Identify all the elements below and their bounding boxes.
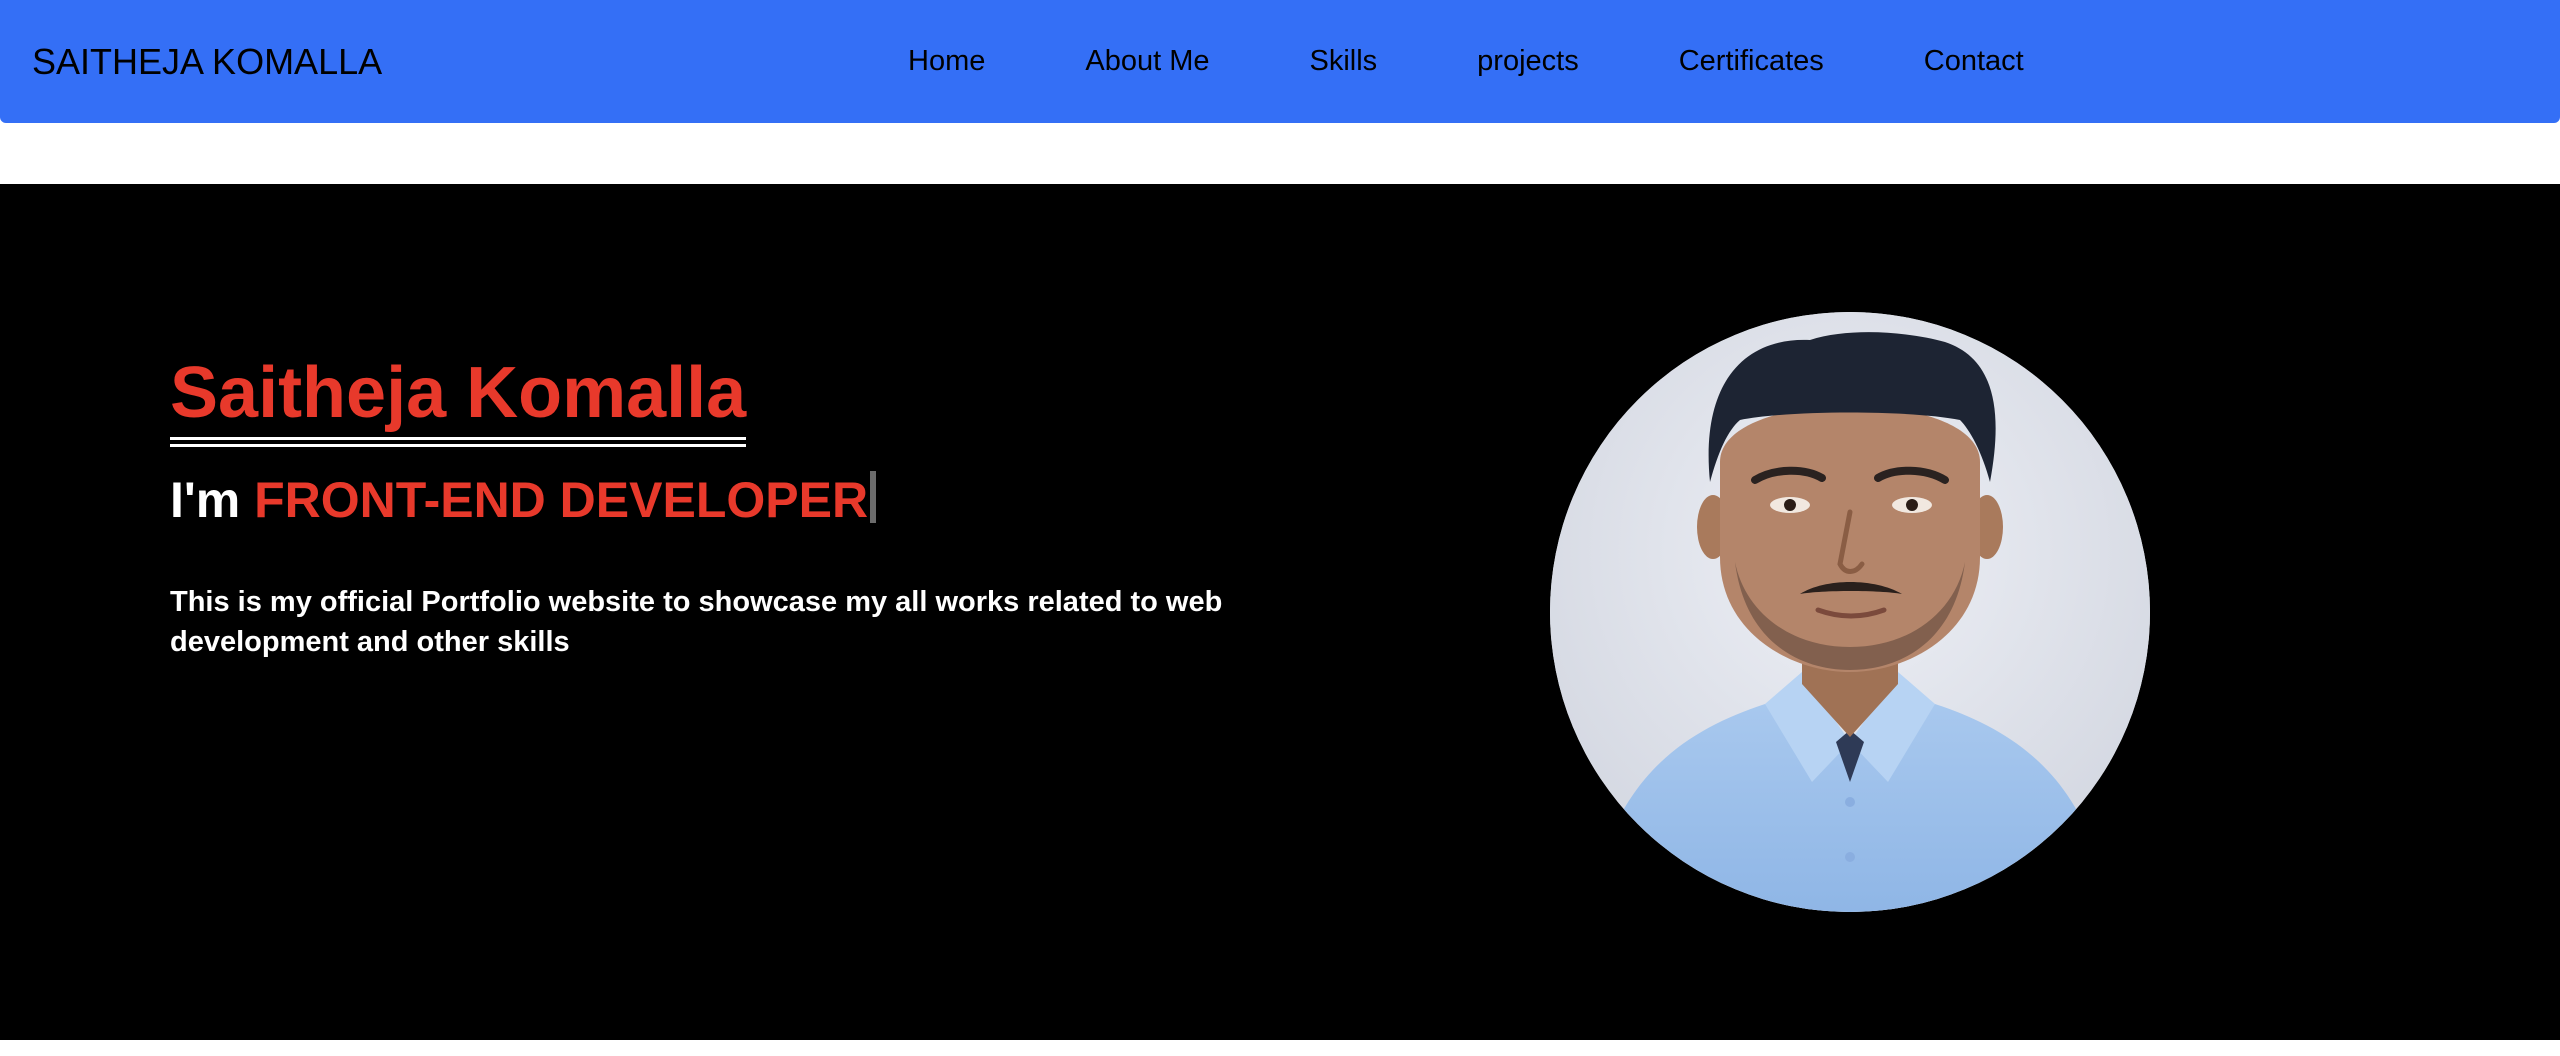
role-prefix: I'm (170, 472, 255, 528)
nav-item-certificates[interactable]: Certificates (1679, 45, 1824, 78)
nav-item-contact[interactable]: Contact (1924, 45, 2024, 78)
role-text: FRONT-END DEVELOPER (254, 472, 869, 528)
profile-photo (1550, 312, 2150, 912)
navbar: SAITHEJA KOMALLA Home About Me Skills pr… (0, 0, 2560, 123)
profile-photo-illustration (1550, 312, 2150, 912)
hero-role: I'm FRONT-END DEVELOPER (170, 470, 877, 530)
hero-description: This is my official Portfolio website to… (170, 586, 1223, 658)
nav-item-about-me[interactable]: About Me (1085, 45, 1209, 78)
nav-item-home[interactable]: Home (908, 45, 985, 78)
hero-name: Saitheja Komalla (170, 353, 747, 448)
typing-cursor (870, 471, 877, 523)
nav-links: Home About Me Skills projects Certificat… (858, 0, 2074, 123)
hero-section: Saitheja Komalla I'm FRONT-END DEVELOPER… (0, 184, 2560, 1040)
nav-item-skills[interactable]: Skills (1310, 45, 1378, 78)
brand-logo[interactable]: SAITHEJA KOMALLA (32, 0, 382, 123)
nav-item-projects[interactable]: projects (1477, 45, 1579, 78)
